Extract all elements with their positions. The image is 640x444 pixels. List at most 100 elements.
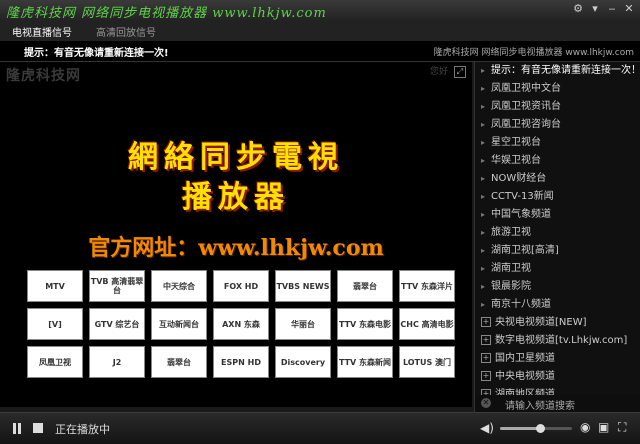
pause-icon[interactable]: [12, 423, 22, 434]
channel-logo: TTV 东森电影: [337, 308, 393, 340]
channel-label: 央视电视频道[NEW]: [495, 317, 587, 328]
arrow-right-icon: ▸: [481, 84, 486, 93]
stop-icon[interactable]: [33, 423, 43, 433]
channel-label: 提示：有音无像请重新连接一次！: [491, 65, 640, 76]
channel-item[interactable]: ▸ 中国气象频道: [475, 206, 640, 224]
channel-group[interactable]: + 中央电视频道: [475, 368, 640, 386]
channel-logo: MTV: [27, 270, 83, 302]
arrow-right-icon: ▸: [481, 192, 486, 201]
channel-label: NOW财经台: [491, 173, 547, 184]
search-placeholder: 请输入频道搜索: [505, 401, 575, 412]
arrow-right-icon: ▸: [481, 300, 486, 309]
screenshot-icon[interactable]: ▣: [598, 420, 609, 434]
channel-logo: TVB 高清翡翠台: [89, 270, 145, 302]
settings-icon[interactable]: ⚙: [571, 2, 585, 16]
channel-group[interactable]: + 国内卫星频道: [475, 350, 640, 368]
channel-logo: TVBS NEWS: [275, 270, 331, 302]
volume-slider[interactable]: [500, 424, 572, 433]
channel-logo: GTV 综艺台: [89, 308, 145, 340]
arrow-right-icon: ▸: [481, 282, 486, 291]
tab-hd-playback[interactable]: 高清回放信号: [96, 24, 156, 39]
channel-item[interactable]: ▸ CCTV-13新闻: [475, 188, 640, 206]
record-icon[interactable]: ◉: [580, 420, 590, 434]
channel-logo: 中天综合: [151, 270, 207, 302]
arrow-right-icon: ▸: [481, 246, 486, 255]
expand-plus-icon: +: [481, 335, 491, 345]
expand-plus-icon: +: [481, 371, 491, 381]
hint-bar-brand: 隆虎科技网 网络同步电视播放器 www.lhkjw.com: [433, 48, 634, 58]
channel-item[interactable]: ▸ 华娱卫视台: [475, 152, 640, 170]
channel-group[interactable]: + 湖南地区频道: [475, 386, 640, 395]
volume-icon[interactable]: ◀): [480, 421, 494, 435]
channel-item[interactable]: ▸ 提示：有音无像请重新连接一次！: [475, 62, 640, 80]
channel-label: 湖南卫视: [491, 263, 532, 274]
arrow-right-icon: ▸: [481, 228, 486, 237]
hint-bar: 提示：有音无像请重新连接一次! 隆虎科技网 网络同步电视播放器 www.lhkj…: [0, 41, 640, 62]
volume-knob[interactable]: [535, 424, 545, 433]
channel-logo: [V]: [27, 308, 83, 340]
title-bar: 隆虎科技网 网络同步电视播放器 www.lhkjw.com ⚙ ▾ ‒ ✕: [0, 0, 640, 21]
channel-label: 凤凰卫视咨询台: [491, 119, 562, 130]
fullscreen-icon[interactable]: ⛶: [618, 420, 626, 435]
menu-dropdown-icon[interactable]: ▾: [588, 2, 602, 16]
channel-item[interactable]: ▸ 星空卫视台: [475, 134, 640, 152]
video-watermark: 隆虎科技网: [6, 68, 81, 84]
channel-logo: LOTUS 澳门: [399, 346, 455, 378]
channel-logo: ESPN HD: [213, 346, 269, 378]
slogan-line-2: 播放器: [182, 180, 290, 215]
channel-item[interactable]: ▸ NOW财经台: [475, 170, 640, 188]
channel-label: 中国气象频道: [491, 209, 552, 220]
tab-bar: 电视直播信号 高清回放信号: [0, 21, 640, 41]
reconnect-hint: 提示：有音无像请重新连接一次!: [24, 48, 169, 59]
arrow-right-icon: ▸: [481, 66, 486, 75]
channel-label: 凤凰卫视中文台: [491, 83, 562, 94]
video-player[interactable]: 隆虎科技网 您好 ⤢ 網絡同步電視 播放器 官方网址：www.lhkjw.com…: [0, 62, 472, 407]
app-title: 隆虎科技网 网络同步电视播放器 www.lhkjw.com: [6, 6, 327, 21]
channel-item[interactable]: ▸ 湖南卫视[高清]: [475, 242, 640, 260]
channel-item[interactable]: ▸ 湖南卫视: [475, 260, 640, 278]
channel-item[interactable]: ▸ 凤凰卫视中文台: [475, 80, 640, 98]
channel-search[interactable]: ✕ 请输入频道搜索: [474, 395, 640, 412]
channel-item[interactable]: ▸ 银晨影院: [475, 278, 640, 296]
channel-group[interactable]: + 央视电视频道[NEW]: [475, 314, 640, 332]
window-buttons: ⚙ ▾ ‒ ✕: [571, 2, 636, 16]
channel-list[interactable]: ▸ 提示：有音无像请重新连接一次！ ▸ 凤凰卫视中文台 ▸ 凤凰卫视资讯台 ▸ 凤凰卫视咨询台…: [474, 62, 640, 395]
channel-logo: AXN 东森: [213, 308, 269, 340]
channel-group[interactable]: + 数字电视频道[tv.Lhkjw.com]: [475, 332, 640, 350]
channel-label: 旅游卫视: [491, 227, 532, 238]
arrow-right-icon: ▸: [481, 138, 486, 147]
video-watermark-right: 您好: [429, 67, 448, 77]
channel-label: 国内卫星频道: [495, 353, 555, 364]
arrow-right-icon: ▸: [481, 264, 486, 273]
channel-item[interactable]: ▸ 凤凰卫视资讯台: [475, 98, 640, 116]
minimize-icon[interactable]: ‒: [605, 2, 619, 16]
channel-label: CCTV-13新闻: [491, 191, 554, 202]
channel-logo: 翡翠台: [151, 346, 207, 378]
channel-logo: TTV 东森新闻: [337, 346, 393, 378]
channel-logo: 凤凰卫视: [27, 346, 83, 378]
tab-live-signal[interactable]: 电视直播信号: [12, 24, 72, 39]
slogan-line-1: 網絡同步電視: [128, 140, 344, 175]
arrow-right-icon: ▸: [481, 102, 486, 111]
channel-label: 中央电视频道: [495, 371, 555, 382]
volume-fill: [500, 427, 540, 430]
channel-logo: TTV 东森洋片: [399, 270, 455, 302]
channel-item[interactable]: ▸ 凤凰卫视咨询台: [475, 116, 640, 134]
arrow-right-icon: ▸: [481, 174, 486, 183]
channel-label: 华娱卫视台: [491, 155, 542, 166]
channel-logo: 翡翠台: [337, 270, 393, 302]
channel-label: 凤凰卫视资讯台: [491, 101, 562, 112]
clear-search-icon[interactable]: ✕: [481, 398, 491, 408]
channel-label: 南京十八频道: [491, 299, 552, 310]
control-bar: 正在播放中 ◀) ◉ ▣ ⛶: [0, 412, 640, 444]
close-icon[interactable]: ✕: [622, 2, 636, 16]
channel-item[interactable]: ▸ 旅游卫视: [475, 224, 640, 242]
expand-plus-icon: +: [481, 317, 491, 327]
arrow-right-icon: ▸: [481, 156, 486, 165]
channel-label: 星空卫视台: [491, 137, 542, 148]
channel-item[interactable]: ▸ 南京十八频道: [475, 296, 640, 314]
channel-logo: 华丽台: [275, 308, 331, 340]
official-site: 官方网址：www.lhkjw.com: [88, 235, 384, 261]
expand-icon[interactable]: ⤢: [454, 66, 466, 78]
channel-logo: Discovery: [275, 346, 331, 378]
